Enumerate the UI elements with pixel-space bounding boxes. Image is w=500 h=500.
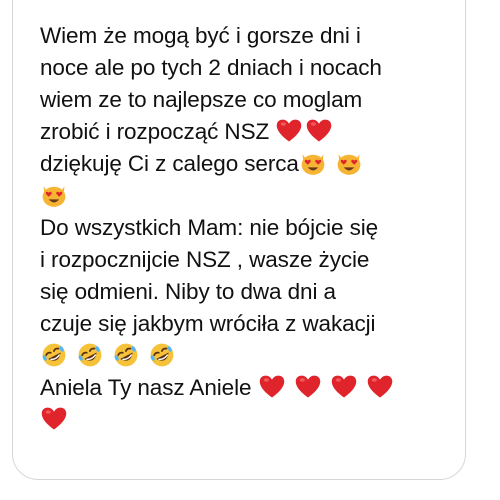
heart-icon xyxy=(275,117,303,145)
message-line: dziękuję Ci z calego serca xyxy=(40,151,299,176)
emoji-row xyxy=(40,404,460,436)
emoji-row xyxy=(40,340,460,372)
message-line: i rozpocznijcie NSZ , wasze życie xyxy=(40,247,370,272)
heart-icon xyxy=(258,373,286,401)
rolling-laughing-icon xyxy=(76,341,104,369)
heart-eyes-cat-icon xyxy=(335,149,363,177)
heart-icon xyxy=(330,373,358,401)
heart-eyes-cat-icon xyxy=(40,181,68,209)
heart-icon xyxy=(294,373,322,401)
message-line-with-emoji: zrobić i rozpocząć NSZ xyxy=(40,116,460,148)
message-line: czuje się jakbym wróciła z wakacji xyxy=(40,311,376,336)
heart-eyes-cat-icon xyxy=(299,149,327,177)
message-line: Aniela Ty nasz Aniele xyxy=(40,375,252,400)
message-line: zrobić i rozpocząć NSZ xyxy=(40,119,270,144)
message-line: się odmieni. Niby to dwa dni a xyxy=(40,279,336,304)
heart-icon xyxy=(305,117,333,145)
message-line-with-emoji: dziękuję Ci z calego serca xyxy=(40,148,460,180)
message-line: Wiem że mogą być i gorsze dni i xyxy=(40,23,361,48)
emoji-row xyxy=(40,180,460,212)
heart-icon xyxy=(366,373,394,401)
rolling-laughing-icon xyxy=(112,341,140,369)
heart-icon xyxy=(40,405,68,433)
message-line: wiem ze to najlepsze co moglam xyxy=(40,87,363,112)
message-line-with-emoji: Aniela Ty nasz Aniele xyxy=(40,372,460,404)
message-line: Do wszystkich Mam: nie bójcie się xyxy=(40,215,379,240)
rolling-laughing-icon xyxy=(148,341,176,369)
rolling-laughing-icon xyxy=(40,341,68,369)
message-line: noce ale po tych 2 dniach i nocach xyxy=(40,55,382,80)
message-text: Wiem że mogą być i gorsze dni i noce ale… xyxy=(40,20,460,436)
